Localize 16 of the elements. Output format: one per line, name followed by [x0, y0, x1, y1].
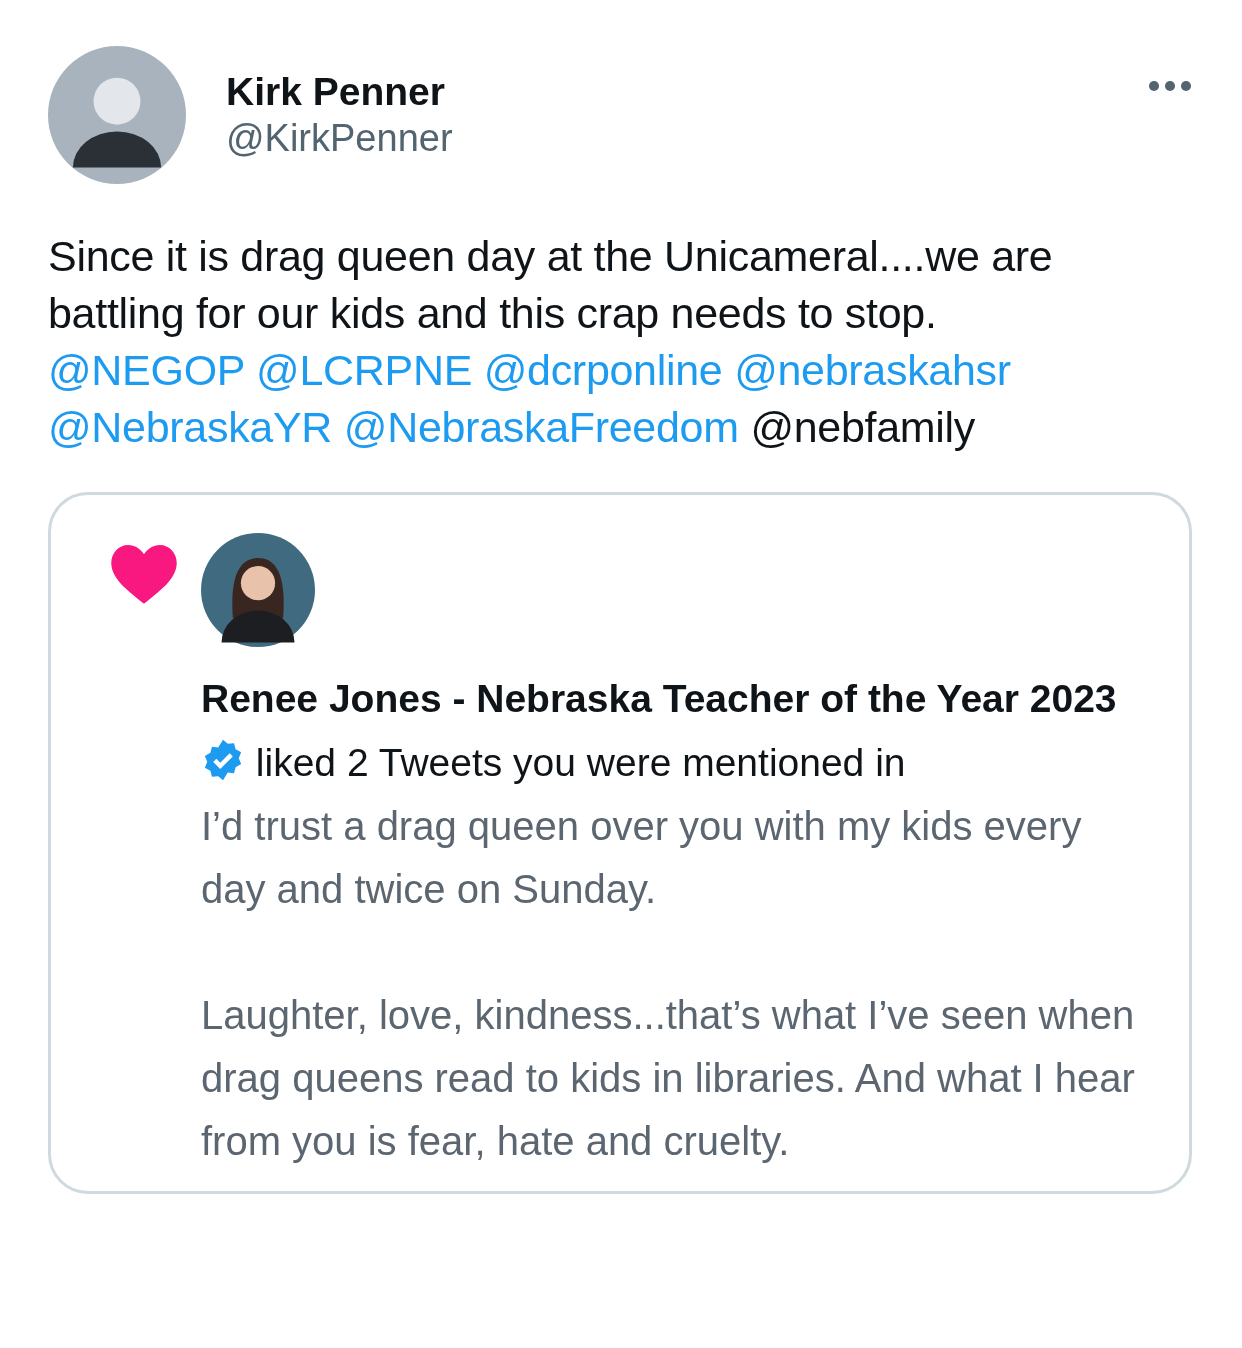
- quoted-tweet-text: I’d trust a drag queen over you with my kids every day and twice on Sunday. Laughter, love, kindness...that’s what I’ve seen when drag queens read to kids in libraries. And what I hear from you is fear, hate and cruelty.: [201, 803, 1136, 1165]
- mention-link[interactable]: @NebraskaYR: [48, 403, 333, 451]
- avatar[interactable]: [48, 46, 186, 184]
- mention-link[interactable]: @dcrponline: [483, 346, 723, 394]
- more-icon[interactable]: [1148, 80, 1192, 92]
- tweet-text: Since it is drag queen day at the Unicameral....we are battling for our kids and this crap needs to stop. @NEGOP @LCRPNE @dcrponline @nebraskahsr @NebraskaYR @NebraskaFreedom @nebfamily: [48, 231, 1054, 453]
- actor-name[interactable]: Renee Jones - Nebraska Teacher of the Year 2023: [201, 677, 1117, 720]
- author-name[interactable]: Kirk Penner: [226, 68, 1124, 116]
- mention-link[interactable]: @NEGOP: [48, 346, 245, 394]
- mention-link[interactable]: @NebraskaFreedom: [343, 403, 739, 451]
- heart-icon: [111, 545, 177, 605]
- mention-text: @nebfamily: [750, 403, 976, 451]
- author-handle[interactable]: @KirkPenner: [226, 115, 1124, 162]
- mention-link[interactable]: @nebraskahsr: [734, 346, 1011, 394]
- mention-link[interactable]: @LCRPNE: [256, 346, 473, 394]
- notification-text: liked 2 Tweets you were mentioned in: [255, 741, 906, 784]
